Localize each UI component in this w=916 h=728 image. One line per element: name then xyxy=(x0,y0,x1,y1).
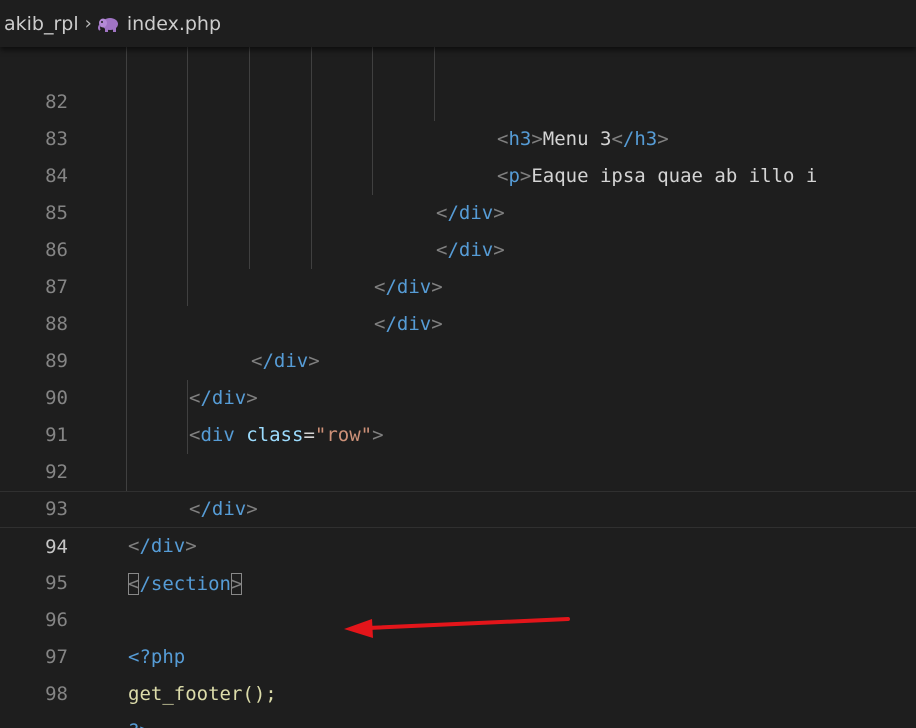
code-line[interactable]: 90 <div class="row"> xyxy=(0,343,916,446)
breadcrumb-folder[interactable]: akib_rpl xyxy=(4,13,79,35)
code-editor-window: akib_rpl › index.php 82 <h3>Menu 3</h3> xyxy=(0,0,916,728)
php-elephant-icon xyxy=(97,16,120,32)
code-line[interactable]: 87 </div> xyxy=(0,232,916,335)
code-line[interactable]: 91 xyxy=(0,380,916,446)
code-line[interactable]: 95 xyxy=(0,528,916,594)
code-line-active[interactable]: 94 </section> xyxy=(0,491,916,595)
function-call: get_footer(); xyxy=(128,683,277,705)
code-line[interactable]: 89 </div> xyxy=(0,306,916,409)
breadcrumb-file[interactable]: index.php xyxy=(127,13,221,35)
code-line[interactable]: 83 <p>Eaque ipsa quae ab illo i xyxy=(0,84,916,187)
code-line[interactable]: 92 </div> xyxy=(0,417,916,520)
code-line[interactable]: 98 ?> xyxy=(0,639,916,728)
annotation-arrow-icon xyxy=(344,617,570,638)
code-line[interactable]: 96 <?php xyxy=(0,565,916,668)
code-line[interactable]: 88 </div> xyxy=(0,269,916,372)
breadcrumb: akib_rpl › index.php xyxy=(0,0,916,47)
code-line[interactable]: 84 </div> xyxy=(0,121,916,224)
code-line[interactable]: 86 </div> xyxy=(0,195,916,298)
code-line[interactable]: 85 </div> xyxy=(0,158,916,261)
php-close-tag: ?> xyxy=(128,713,151,728)
breadcrumb-separator: › xyxy=(84,13,92,34)
code-line[interactable]: 82 <h3>Menu 3</h3> xyxy=(0,47,916,150)
code-line[interactable]: 93 </div> xyxy=(0,454,916,557)
line-number: 98 xyxy=(45,683,68,705)
